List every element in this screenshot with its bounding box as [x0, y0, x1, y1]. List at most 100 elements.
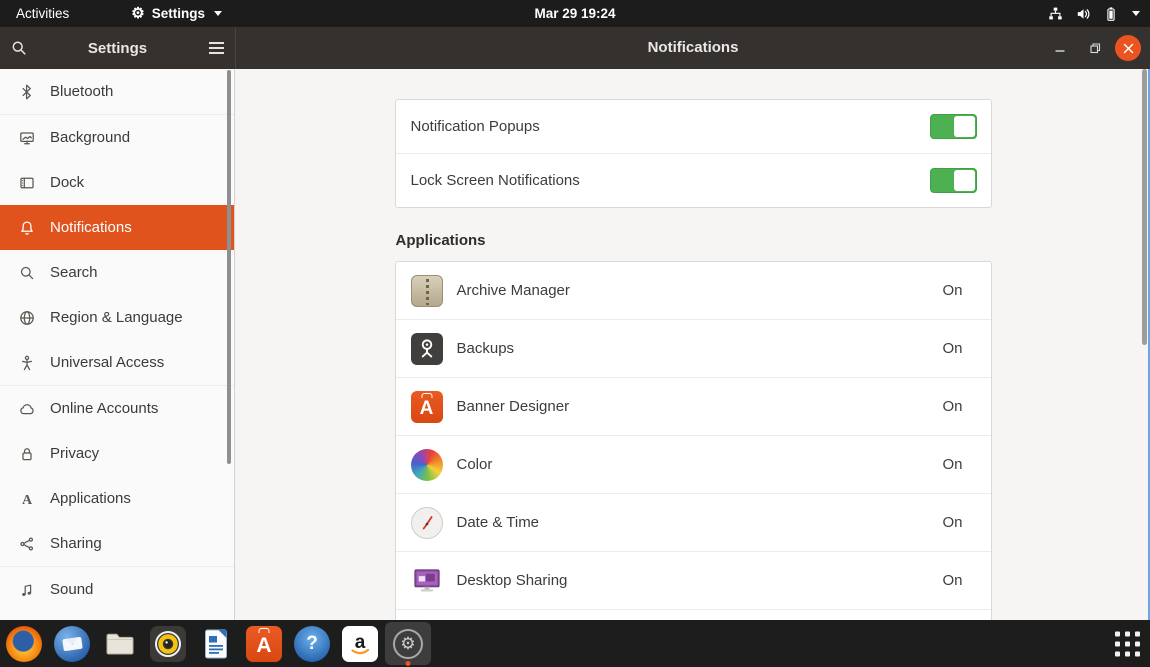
application-name: Date & Time	[457, 514, 943, 531]
sidebar-item-background[interactable]: Background	[0, 115, 234, 160]
application-status: On	[942, 514, 962, 531]
application-row-partial	[396, 609, 991, 620]
dock-item-ubuntu-software[interactable]: A	[240, 620, 288, 667]
activities-button[interactable]: Activities	[10, 6, 75, 21]
application-row-banner-designer[interactable]: ABanner DesignerOn	[396, 377, 991, 435]
application-row-date-time[interactable]: Date & TimeOn	[396, 493, 991, 551]
restore-icon	[1088, 41, 1102, 55]
application-row-desktop-sharing[interactable]: Desktop SharingOn	[396, 551, 991, 609]
sidebar-item-label: Search	[50, 264, 98, 281]
application-row-archive-manager[interactable]: Archive ManagerOn	[396, 262, 991, 319]
dock-item-rhythmbox[interactable]	[144, 620, 192, 667]
applications-section-heading: Applications	[396, 232, 991, 249]
close-icon	[1123, 43, 1134, 54]
app-menu-label: Settings	[152, 6, 205, 21]
clock[interactable]: Mar 29 19:24	[534, 6, 615, 21]
top-bar: Activities ⚙ Settings Mar 29 19:24	[0, 0, 1150, 27]
sidebar-item-label: Region & Language	[50, 309, 183, 326]
background-icon	[19, 130, 35, 146]
dock-icon	[19, 175, 35, 191]
gear-icon: ⚙	[131, 6, 144, 21]
sidebar-item-search[interactable]: Search	[0, 250, 234, 295]
toggle-lock-screen-notifications[interactable]	[930, 168, 977, 193]
sidebar-item-region-language[interactable]: Region & Language	[0, 295, 234, 340]
sidebar-item-universal-access[interactable]: Universal Access	[0, 340, 234, 385]
sidebar-item-notifications[interactable]: Notifications	[0, 205, 234, 250]
music-note-icon	[19, 582, 35, 598]
application-row-backups[interactable]: BackupsOn	[396, 319, 991, 377]
dock-item-libreoffice-writer[interactable]	[192, 620, 240, 667]
minimize-icon	[1054, 42, 1066, 54]
applications-card: Archive ManagerOnBackupsOnABanner Design…	[395, 261, 992, 620]
sidebar-item-applications[interactable]: A Applications	[0, 476, 234, 521]
setting-row-notification-popups: Notification Popups	[396, 100, 991, 153]
restore-button[interactable]	[1088, 27, 1102, 69]
volume-icon	[1075, 6, 1092, 22]
application-name: Desktop Sharing	[457, 572, 943, 589]
dock: A? a ⚙	[0, 620, 1150, 667]
sidebar-item-label: Online Accounts	[50, 400, 158, 417]
application-status: On	[942, 282, 962, 299]
application-status: On	[942, 398, 962, 415]
titlebar: Settings Notifications	[0, 27, 1150, 69]
sidebar-item-dock[interactable]: Dock	[0, 160, 234, 205]
accessibility-icon	[19, 355, 35, 371]
bell-icon	[19, 220, 35, 236]
dock-item-settings-gear[interactable]: ⚙	[384, 620, 432, 667]
toggle-knob	[954, 170, 975, 191]
sidebar-item-online-accounts[interactable]: Online Accounts	[0, 386, 234, 431]
settings-sidebar: Bluetooth Background Dock Notifications Sear…	[0, 69, 235, 620]
system-status-area[interactable]	[1047, 0, 1140, 27]
application-status: On	[942, 456, 962, 473]
chevron-down-icon	[1132, 11, 1140, 16]
dock-item-help[interactable]: ?	[288, 620, 336, 667]
dock-item-files[interactable]	[96, 620, 144, 667]
ubuntu-software-icon: A	[246, 626, 282, 662]
sidebar-item-label: Applications	[50, 490, 131, 507]
application-name: Backups	[457, 340, 943, 357]
sidebar-header: Settings	[0, 27, 236, 69]
notifications-panel: Notification Popups Lock Screen Notificat…	[236, 69, 1150, 620]
cloud-icon	[19, 401, 35, 417]
notification-toggles-card: Notification Popups Lock Screen Notificat…	[395, 99, 992, 208]
sidebar-item-label: Notifications	[50, 219, 132, 236]
svg-text:A: A	[22, 493, 33, 507]
dock-item-firefox[interactable]	[0, 620, 48, 667]
share-icon	[19, 536, 35, 552]
toggle-notification-popups[interactable]	[930, 114, 977, 139]
setting-label: Notification Popups	[411, 118, 540, 135]
thunderbird-icon	[54, 626, 90, 662]
svg-text:a: a	[355, 632, 366, 653]
sidebar-item-sharing[interactable]: Sharing	[0, 521, 234, 566]
sidebar-item-sound[interactable]: Sound	[0, 567, 234, 612]
banner-designer-icon: A	[411, 391, 443, 423]
dock-item-amazon[interactable]: a	[336, 620, 384, 667]
hamburger-menu-button[interactable]	[205, 37, 227, 59]
sidebar-item-bluetooth[interactable]: Bluetooth	[0, 69, 234, 114]
archive-manager-icon	[411, 275, 443, 307]
app-menu-button[interactable]: ⚙ Settings	[131, 6, 222, 21]
sidebar-item-privacy[interactable]: Privacy	[0, 431, 234, 476]
show-applications-icon[interactable]	[1115, 631, 1140, 656]
sidebar-item-label: Universal Access	[50, 354, 164, 371]
sidebar-item-label: Sharing	[50, 535, 102, 552]
minimize-button[interactable]	[1054, 27, 1066, 69]
application-row-color[interactable]: ColorOn	[396, 435, 991, 493]
content-scrollbar[interactable]	[1142, 69, 1147, 345]
lock-icon	[19, 446, 35, 462]
application-name: Color	[457, 456, 943, 473]
sidebar-item-label: Privacy	[50, 445, 99, 462]
application-status: On	[942, 340, 962, 357]
dock-item-thunderbird[interactable]	[48, 620, 96, 667]
amazon-icon: a	[342, 626, 378, 662]
letter-a-icon: A	[19, 491, 35, 507]
rhythmbox-icon	[150, 626, 186, 662]
chevron-down-icon	[214, 11, 222, 16]
sidebar-item-label: Bluetooth	[50, 83, 113, 100]
close-button[interactable]	[1115, 35, 1141, 61]
sidebar-scrollbar[interactable]	[227, 70, 231, 464]
files-icon	[102, 626, 138, 662]
libreoffice-writer-icon	[198, 626, 234, 662]
setting-label: Lock Screen Notifications	[411, 172, 580, 189]
sidebar-item-label: Background	[50, 129, 130, 146]
